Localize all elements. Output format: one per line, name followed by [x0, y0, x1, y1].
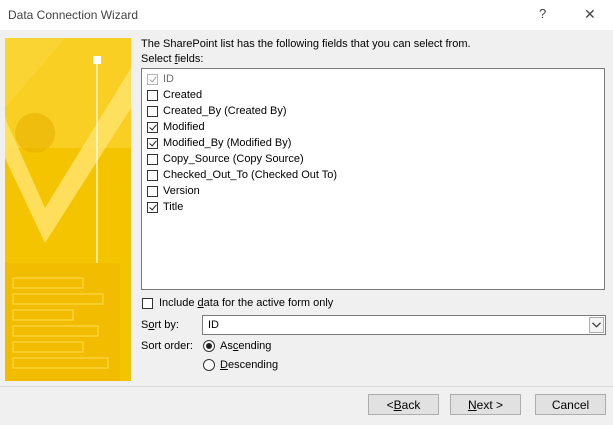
descending-radio[interactable]: [203, 359, 215, 371]
field-checkbox-version[interactable]: [147, 185, 158, 197]
window-title: Data Connection Wizard: [8, 8, 139, 22]
field-label: Checked_Out_To (Checked Out To): [163, 169, 338, 181]
field-label: Modified_By (Modified By): [163, 137, 292, 149]
field-checkbox-modified[interactable]: [147, 121, 158, 133]
sort-descending-option[interactable]: Descending: [203, 357, 278, 373]
sort-order-label: Sort order:: [141, 340, 193, 352]
field-label: Copy_Source (Copy Source): [163, 153, 304, 165]
fields-listbox[interactable]: ID Created Created_By (Created By) Modif…: [141, 68, 605, 290]
field-checkbox-created[interactable]: [147, 89, 158, 101]
wizard-banner-image: [5, 38, 131, 381]
field-checkbox-modified-by[interactable]: [147, 137, 158, 149]
field-label: ID: [163, 73, 174, 85]
field-item-checked-out-to[interactable]: Checked_Out_To (Checked Out To): [147, 167, 337, 183]
field-label: Created: [163, 89, 203, 101]
instructions-text: The SharePoint list has the following fi…: [141, 38, 471, 50]
descending-label: Descending: [220, 359, 279, 371]
field-label: Version: [163, 185, 200, 197]
field-label: Modified: [163, 121, 205, 133]
field-item-title[interactable]: Title: [147, 199, 183, 215]
field-checkbox-checked-out-to[interactable]: [147, 169, 158, 181]
field-checkbox-title[interactable]: [147, 201, 158, 213]
field-item-created-by[interactable]: Created_By (Created By): [147, 103, 287, 119]
footer-separator: [0, 386, 613, 387]
field-checkbox-copy-source[interactable]: [147, 153, 158, 165]
field-item-version[interactable]: Version: [147, 183, 200, 199]
sort-by-dropdown[interactable]: ID: [202, 315, 606, 335]
include-data-label: Include data for the active form only: [159, 297, 334, 309]
select-fields-label: Select fields:: [141, 53, 204, 65]
title-bar: Data Connection Wizard ? ✕: [0, 0, 613, 30]
help-icon[interactable]: ?: [539, 6, 546, 21]
sort-by-label: Sort by:: [141, 319, 179, 331]
field-checkbox-created-by[interactable]: [147, 105, 158, 117]
field-item-modified[interactable]: Modified: [147, 119, 205, 135]
include-data-checkbox[interactable]: [142, 297, 153, 309]
cancel-button[interactable]: Cancel: [535, 394, 606, 415]
ascending-label: Ascending: [220, 340, 272, 352]
field-item-copy-source[interactable]: Copy_Source (Copy Source): [147, 151, 304, 167]
next-button[interactable]: Next >: [450, 394, 521, 415]
field-item-modified-by[interactable]: Modified_By (Modified By): [147, 135, 291, 151]
field-checkbox-id[interactable]: [147, 73, 158, 85]
banner-graphic: [5, 38, 131, 381]
back-button[interactable]: < Back: [368, 394, 439, 415]
sort-ascending-option[interactable]: Ascending: [203, 338, 271, 354]
field-label: Title: [163, 201, 184, 213]
chevron-down-icon[interactable]: [589, 317, 604, 333]
field-item-created[interactable]: Created: [147, 87, 202, 103]
include-data-option[interactable]: Include data for the active form only: [142, 295, 333, 311]
field-item-id[interactable]: ID: [147, 71, 174, 87]
ascending-radio[interactable]: [203, 340, 215, 352]
close-icon[interactable]: ✕: [584, 6, 596, 23]
sort-by-value: ID: [208, 319, 219, 331]
field-label: Created_By (Created By): [163, 105, 287, 117]
